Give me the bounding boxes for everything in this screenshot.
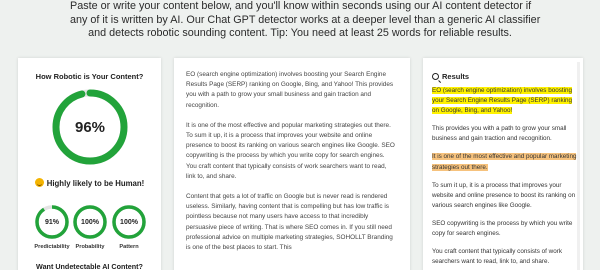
undetectable-cta[interactable]: Want Undetectable AI Content? bbox=[18, 262, 161, 270]
search-icon bbox=[432, 73, 439, 80]
pattern-label: Pattern bbox=[119, 244, 139, 250]
intro-text: Paste or write your content below, and y… bbox=[0, 0, 600, 41]
result-sentence: To sum it up, it is a process that impro… bbox=[432, 181, 578, 211]
result-text: It is one of the most effective and popu… bbox=[432, 153, 577, 171]
content-editor[interactable]: EO (search engine optimization) involves… bbox=[174, 58, 410, 270]
results-panel: Results EO (search engine optimization) … bbox=[423, 58, 583, 270]
result-sentence: You craft content that typically consist… bbox=[432, 247, 578, 267]
verdict-text: Highly likely to be Human! bbox=[46, 179, 145, 188]
result-text: This provides you with a path to grow yo… bbox=[432, 125, 567, 143]
results-list: EO (search engine optimization) involves… bbox=[432, 86, 578, 270]
results-title: Results bbox=[442, 72, 470, 81]
editor-paragraph: EO (search engine optimization) involves… bbox=[186, 71, 394, 109]
editor-paragraph: Content that gets a lot of traffic on Go… bbox=[186, 193, 393, 252]
results-scrollbar[interactable] bbox=[577, 62, 580, 270]
probability-value: 100% bbox=[81, 218, 99, 226]
result-text: SEO copywriting is the process by which … bbox=[432, 219, 573, 238]
result-text: To sum it up, it is a process that impro… bbox=[432, 181, 576, 209]
intro-line: any of it is written by AI. Our Chat GPT… bbox=[70, 13, 541, 26]
overall-score-value: 96% bbox=[74, 118, 106, 136]
result-sentence: EO (search engine optimization) involves… bbox=[432, 86, 578, 116]
pattern-value: 100% bbox=[120, 218, 138, 226]
result-sentence: This provides you with a path to grow yo… bbox=[432, 124, 578, 144]
result-sentence: SEO copywriting is the process by which … bbox=[432, 219, 578, 239]
editor-text[interactable]: EO (search engine optimization) involves… bbox=[174, 58, 410, 253]
smiley-icon bbox=[34, 178, 44, 187]
result-text: You craft content that typically consist… bbox=[432, 248, 562, 266]
intro-line: Paste or write your content below, and y… bbox=[70, 0, 532, 12]
result-text: EO (search engine optimization) involves… bbox=[432, 87, 573, 115]
score-panel-title: How Robotic is Your Content? bbox=[35, 72, 144, 81]
results-heading: Results bbox=[432, 72, 469, 81]
editor-paragraph: It is one of the most effective and popu… bbox=[186, 121, 395, 180]
predictability-value: 91% bbox=[44, 218, 59, 226]
verdict: Highly likely to be Human! bbox=[18, 178, 161, 188]
score-panel: How Robotic is Your Content? 96% Highly … bbox=[18, 58, 161, 270]
result-sentence: It is one of the most effective and popu… bbox=[432, 152, 578, 172]
intro-line: and detects robotic sounding content. Ti… bbox=[88, 27, 512, 39]
